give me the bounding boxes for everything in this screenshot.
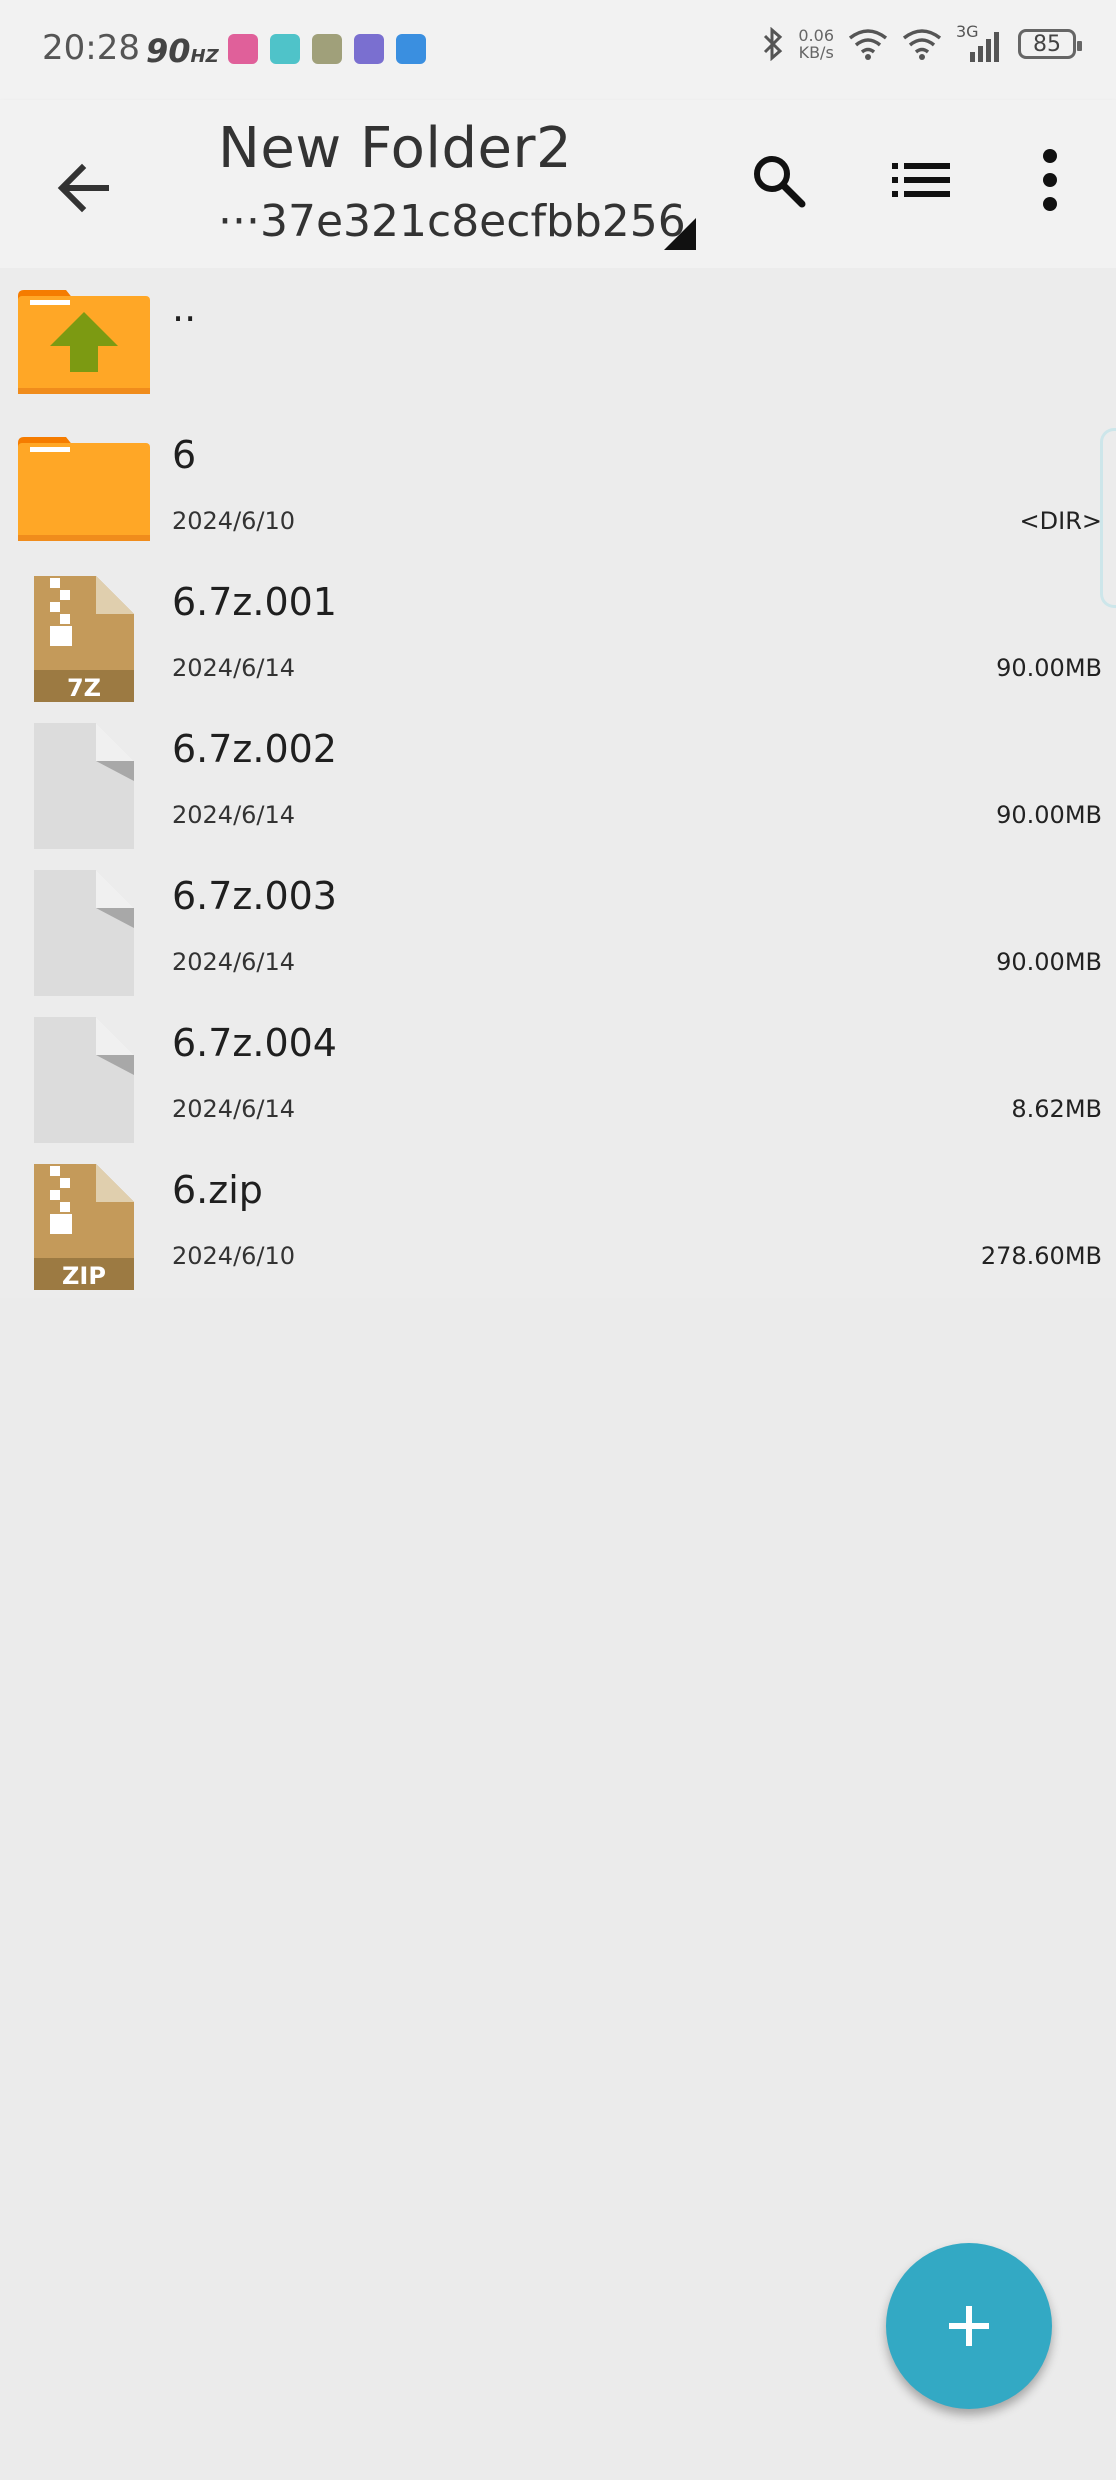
file-date: 2024/6/14: [172, 801, 296, 829]
search-button[interactable]: [738, 140, 818, 220]
status-bar: 20:28 90HZ 0.06 KB/s 3G 85: [0, 0, 1116, 100]
archive-badge: 7Z: [67, 674, 101, 702]
file-name: 6.7z.001: [172, 580, 337, 624]
status-right: 0.06 KB/s 3G 85: [762, 22, 1082, 62]
file-name: 6.7z.002: [172, 727, 337, 771]
refresh-rate-value: 90: [146, 32, 191, 70]
folder-up-icon: [18, 290, 150, 394]
archive-icon: ZIP: [34, 1164, 134, 1290]
net-speed-unit: KB/s: [798, 43, 834, 62]
list-view-button[interactable]: [882, 140, 962, 220]
wifi-icon: [902, 29, 942, 60]
file-name: 6.7z.004: [172, 1021, 337, 1065]
file-size: 278.60MB: [980, 1242, 1102, 1270]
file-size: 8.62MB: [1011, 1095, 1102, 1123]
file-icon: [34, 870, 134, 996]
list-item[interactable]: 6.7z.002 2024/6/14 90.00MB: [0, 709, 1116, 856]
file-name: ..: [172, 286, 197, 330]
list-item[interactable]: 6 2024/6/10 <DIR>: [0, 415, 1116, 562]
file-list: .. 6 2024/6/10 <DIR> 7Z 6.7z.001 2024/6/…: [0, 268, 1116, 1298]
back-button[interactable]: [48, 152, 120, 224]
file-date: 2024/6/10: [172, 1242, 296, 1270]
archive-badge: ZIP: [62, 1262, 106, 1290]
file-name: 6.zip: [172, 1168, 263, 1212]
app-bar: New Folder2 ···37e321c8ecfbb256: [0, 100, 1116, 268]
app-notification-icon: [270, 34, 300, 64]
more-vert-icon: [1043, 149, 1057, 211]
file-date: 2024/6/10: [172, 507, 296, 535]
file-size: 90.00MB: [996, 948, 1102, 976]
refresh-rate: 90HZ: [146, 32, 219, 70]
file-size: 90.00MB: [996, 654, 1102, 682]
file-date: 2024/6/14: [172, 948, 296, 976]
battery-level: 85: [1033, 31, 1061, 57]
file-icon: [34, 1017, 134, 1143]
refresh-rate-unit: HZ: [190, 46, 219, 67]
file-size: 90.00MB: [996, 801, 1102, 829]
list-view-icon: [892, 163, 950, 197]
network-type: 3G: [956, 22, 979, 41]
signal-icon: 3G: [956, 22, 1004, 62]
status-time: 20:28: [42, 28, 140, 68]
battery-icon: 85: [1018, 29, 1082, 59]
page-title: New Folder2: [218, 116, 573, 181]
list-item[interactable]: ZIP 6.zip 2024/6/10 278.60MB: [0, 1150, 1116, 1297]
path-subtitle[interactable]: ···37e321c8ecfbb256: [218, 196, 686, 247]
app-notification-icon: [354, 34, 384, 64]
wifi-icon: [848, 29, 888, 60]
plus-icon: [949, 2306, 989, 2346]
add-button[interactable]: [886, 2243, 1052, 2409]
fast-scroll-handle[interactable]: [1100, 428, 1116, 608]
file-name: 6: [172, 433, 197, 477]
app-notification-icon: [396, 34, 426, 64]
notification-icons: [228, 34, 426, 64]
archive-icon: 7Z: [34, 576, 134, 702]
file-date: 2024/6/14: [172, 654, 296, 682]
file-name: 6.7z.003: [172, 874, 337, 918]
app-notification-icon: [228, 34, 258, 64]
file-size: <DIR>: [1019, 507, 1102, 535]
list-item-parent[interactable]: ..: [0, 268, 1116, 415]
folder-icon: [18, 437, 150, 541]
list-item[interactable]: 7Z 6.7z.001 2024/6/14 90.00MB: [0, 562, 1116, 709]
bluetooth-icon: [764, 27, 783, 61]
net-speed-value: 0.06: [798, 26, 834, 45]
list-item[interactable]: 6.7z.004 2024/6/14 8.62MB: [0, 1003, 1116, 1150]
file-date: 2024/6/14: [172, 1095, 296, 1123]
file-icon: [34, 723, 134, 849]
more-options-button[interactable]: [1010, 140, 1090, 220]
arrow-left-icon: [57, 163, 109, 213]
list-item[interactable]: 6.7z.003 2024/6/14 90.00MB: [0, 856, 1116, 1003]
app-notification-icon: [312, 34, 342, 64]
search-icon: [754, 156, 806, 208]
net-speed: 0.06 KB/s: [798, 27, 834, 61]
dropdown-triangle-icon[interactable]: [664, 218, 696, 250]
